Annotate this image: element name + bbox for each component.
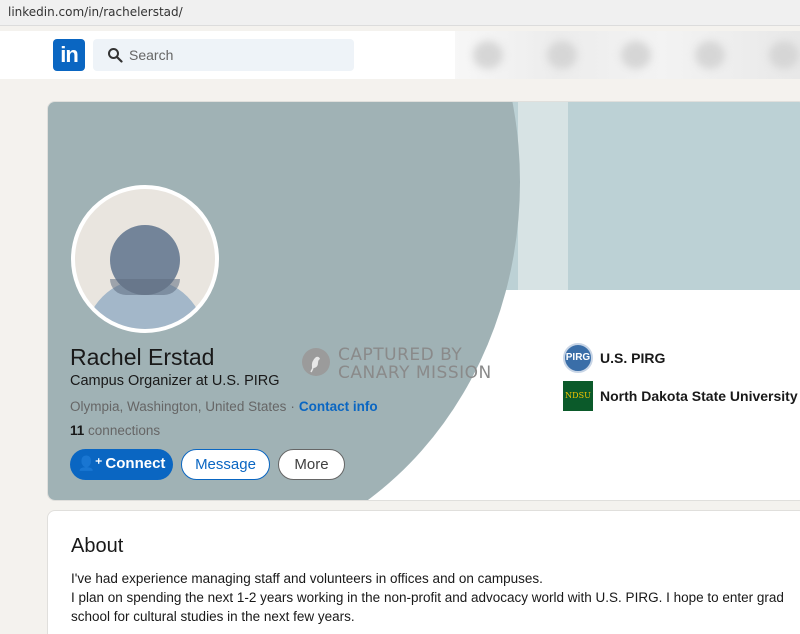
about-section: About I've had experience managing staff… — [47, 510, 800, 634]
connect-button-label: Connect — [105, 455, 166, 472]
connect-button[interactable]: 👤⁺ Connect — [70, 449, 173, 480]
canary-bird-icon — [302, 348, 330, 376]
profile-location-line: Olympia, Washington, United States · Conta… — [70, 399, 378, 414]
org-ndsu[interactable]: North Dakota State University — [600, 388, 798, 404]
avatar[interactable] — [71, 185, 219, 333]
top-navbar: in Search — [0, 31, 800, 79]
connections-line[interactable]: 11 connections — [70, 423, 160, 438]
profile-name: Rachel Erstad — [70, 344, 215, 370]
org-us-pirg[interactable]: U.S. PIRG — [600, 350, 665, 366]
separator-dot: · — [290, 399, 295, 414]
contact-info-link[interactable]: Contact info — [299, 399, 378, 414]
canary-mission-stamp: CAPTURED BY CANARY MISSION — [302, 345, 492, 383]
url-text[interactable]: linkedin.com/in/rachelerstad/ — [8, 5, 183, 19]
about-line-1: I've had experience managing staff and v… — [71, 571, 543, 586]
connections-label: connections — [88, 423, 161, 438]
us-pirg-logo[interactable]: PIRG — [563, 343, 593, 373]
location-text: Olympia, Washington, United States — [70, 399, 287, 414]
message-button[interactable]: Message — [181, 449, 270, 480]
profile-headline: Campus Organizer at U.S. PIRG — [70, 373, 280, 389]
connections-count: 11 — [70, 423, 85, 438]
about-line-2: I plan on spending the next 1-2 years wo… — [71, 590, 784, 624]
stamp-line-2: CANARY MISSION — [338, 363, 492, 383]
linkedin-logo[interactable]: in — [53, 39, 85, 71]
blurred-nav-icons — [455, 31, 800, 79]
stamp-line-1: CAPTURED BY — [338, 345, 463, 365]
search-input[interactable]: Search — [93, 39, 354, 71]
ndsu-logo[interactable]: NDSU — [563, 381, 593, 411]
about-title: About — [71, 535, 124, 557]
about-text: I've had experience managing staff and v… — [71, 569, 791, 626]
search-icon — [108, 48, 123, 63]
more-button[interactable]: More — [278, 449, 345, 480]
add-person-icon: 👤⁺ — [77, 455, 103, 471]
search-placeholder: Search — [129, 47, 174, 63]
browser-address-bar[interactable]: linkedin.com/in/rachelerstad/ — [0, 0, 800, 26]
